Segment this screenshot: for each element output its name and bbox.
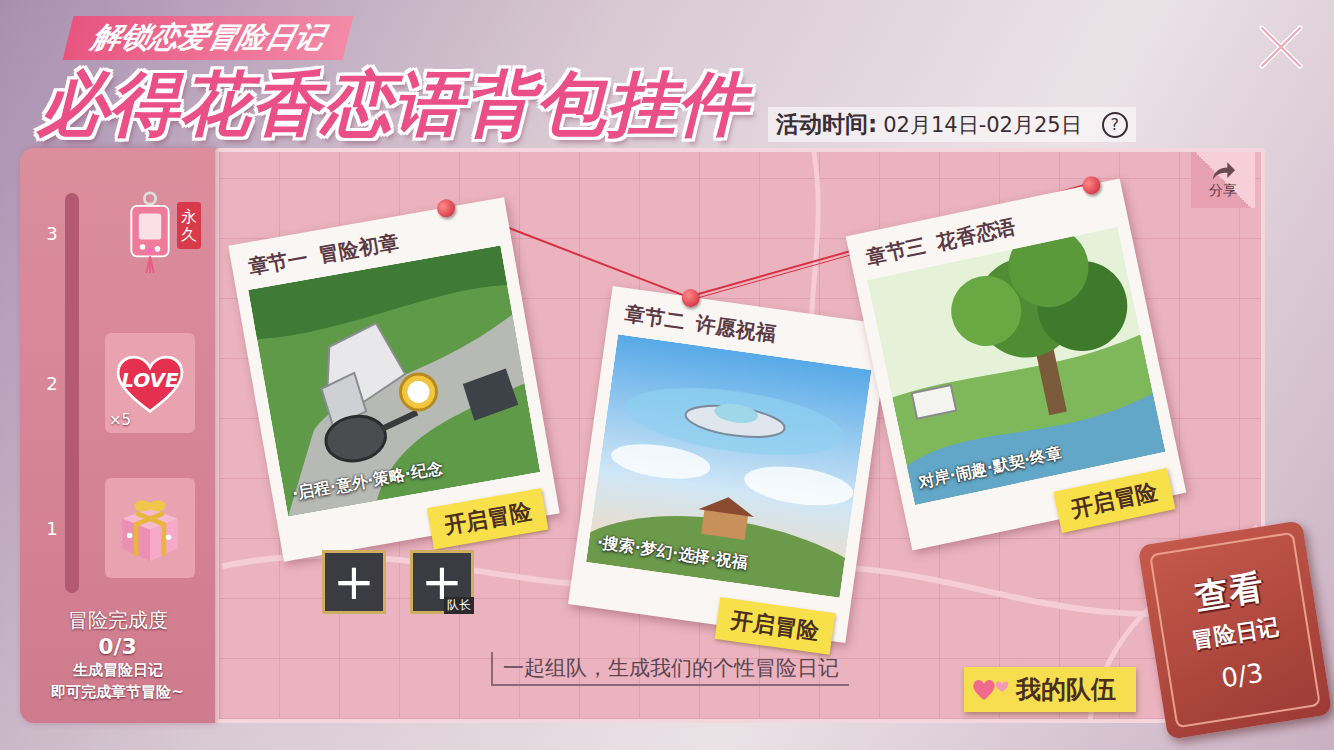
pin-icon <box>1081 175 1102 196</box>
map-board: 分享 章节一 冒险初章 ·启程·意外·策略·纪念 开启冒险 章节二 许愿祝福 ·… <box>215 148 1265 723</box>
team-slots: + + 队长 <box>322 550 474 614</box>
title-group: 解锁恋爱冒险日记 必得花香恋语背包挂件 <box>38 8 748 148</box>
start-adventure-button[interactable]: 开启冒险 <box>427 488 549 550</box>
diary-cover: 查看 冒险日记 0/3 <box>1149 532 1321 729</box>
reward-item[interactable]: 永久 <box>105 178 195 288</box>
reward-item[interactable] <box>105 478 195 578</box>
progress-track <box>65 193 79 593</box>
chapter-card: 章节三 花香恋语 对岸·闹趣·默契·终章 开启冒险 <box>846 178 1187 550</box>
banner: 解锁恋爱冒险日记 <box>63 16 354 60</box>
reward-panel: 3 永久 2 LOVE ×5 1 冒险完成度 0/3 生成冒险日记即可完成章节冒险~ <box>20 148 215 723</box>
tier-number: 1 <box>42 518 62 539</box>
header: 解锁恋爱冒险日记 必得花香恋语背包挂件 活动时间: 02月14日-02月25日 … <box>0 0 1334 148</box>
diary-view-label: 查看 <box>1192 564 1266 620</box>
time-label: 活动时间: <box>776 109 877 140</box>
progress-hint: 生成冒险日记 <box>20 659 215 681</box>
chapter-card: 章节一 冒险初章 ·启程·意外·策略·纪念 开启冒险 <box>228 197 559 562</box>
chapter-photo: ·启程·意外·策略·纪念 <box>248 245 540 516</box>
pin-icon <box>436 198 457 219</box>
hearts-icon <box>972 678 1012 702</box>
tier-number: 2 <box>42 373 62 394</box>
share-label: 分享 <box>1209 182 1237 200</box>
permanent-tag: 永久 <box>177 202 201 249</box>
reward-tier: 1 <box>20 478 215 578</box>
reward-tier: 2 LOVE ×5 <box>20 333 215 433</box>
chapter-number: 章节二 <box>623 300 686 335</box>
pin-icon <box>681 288 701 308</box>
item-count: ×5 <box>109 411 131 429</box>
share-arrow-icon <box>1210 160 1236 182</box>
share-button[interactable]: 分享 <box>1191 152 1255 208</box>
start-adventure-button[interactable]: 开启冒险 <box>1053 468 1175 533</box>
event-screen: 解锁恋爱冒险日记 必得花香恋语背包挂件 活动时间: 02月14日-02月25日 … <box>0 0 1334 750</box>
team-slot[interactable]: + <box>322 550 386 614</box>
chapter-card: 章节二 许愿祝福 ·搜索·梦幻·选择·祝福 开启冒险 <box>568 286 890 643</box>
reward-tier: 3 永久 <box>20 178 215 288</box>
start-adventure-button[interactable]: 开启冒险 <box>715 597 836 655</box>
diary-title: 冒险日记 <box>1190 612 1282 655</box>
help-button[interactable]: ? <box>1102 112 1128 138</box>
event-title: 必得花香恋语背包挂件 <box>38 60 748 148</box>
team-slot[interactable]: + 队长 <box>410 550 474 614</box>
view-diary-button[interactable]: 查看 冒险日记 0/3 <box>1138 520 1333 740</box>
heart-item: LOVE <box>113 351 187 415</box>
add-member-icon: + <box>333 557 375 607</box>
event-time: 活动时间: 02月14日-02月25日 ? <box>768 107 1136 142</box>
chapter-name: 许愿祝福 <box>694 310 777 348</box>
close-icon[interactable] <box>1256 22 1306 72</box>
reward-item[interactable]: LOVE ×5 <box>105 333 195 433</box>
chapter-photo: 对岸·闹趣·默契·终章 <box>867 227 1165 505</box>
my-team-button[interactable]: 我的队伍 <box>964 667 1136 712</box>
captain-label: 队长 <box>444 597 474 614</box>
reward-list: 3 永久 2 LOVE ×5 1 <box>20 148 215 578</box>
gift-icon <box>113 491 187 565</box>
progress-info: 冒险完成度 0/3 生成冒险日记即可完成章节冒险~ <box>20 607 215 723</box>
progress-hint: 即可完成章节冒险~ <box>20 681 215 703</box>
chapter-number: 章节三 <box>864 233 928 272</box>
time-range: 02月14日-02月25日 <box>883 111 1081 139</box>
tier-number: 3 <box>42 223 62 244</box>
charm-icon <box>122 188 178 278</box>
progress-label: 冒险完成度 <box>20 607 215 634</box>
chapter-photo: ·搜索·梦幻·选择·祝福 <box>586 334 872 597</box>
my-team-label: 我的队伍 <box>1016 673 1116 706</box>
team-caption: 一起组队，生成我们的个性冒险日记 <box>491 652 849 686</box>
love-text: LOVE <box>121 368 178 392</box>
diary-count: 0/3 <box>1219 657 1265 693</box>
chapter-number: 章节一 <box>246 244 310 281</box>
chapter-name: 冒险初章 <box>317 228 400 268</box>
chapter-name: 花香恋语 <box>934 213 1018 256</box>
progress-value: 0/3 <box>20 634 215 659</box>
main-area: 3 永久 2 LOVE ×5 1 冒险完成度 0/3 生成冒险日记即可完成章节冒险~… <box>0 148 1334 723</box>
banner-text: 解锁恋爱冒险日记 <box>87 18 329 58</box>
